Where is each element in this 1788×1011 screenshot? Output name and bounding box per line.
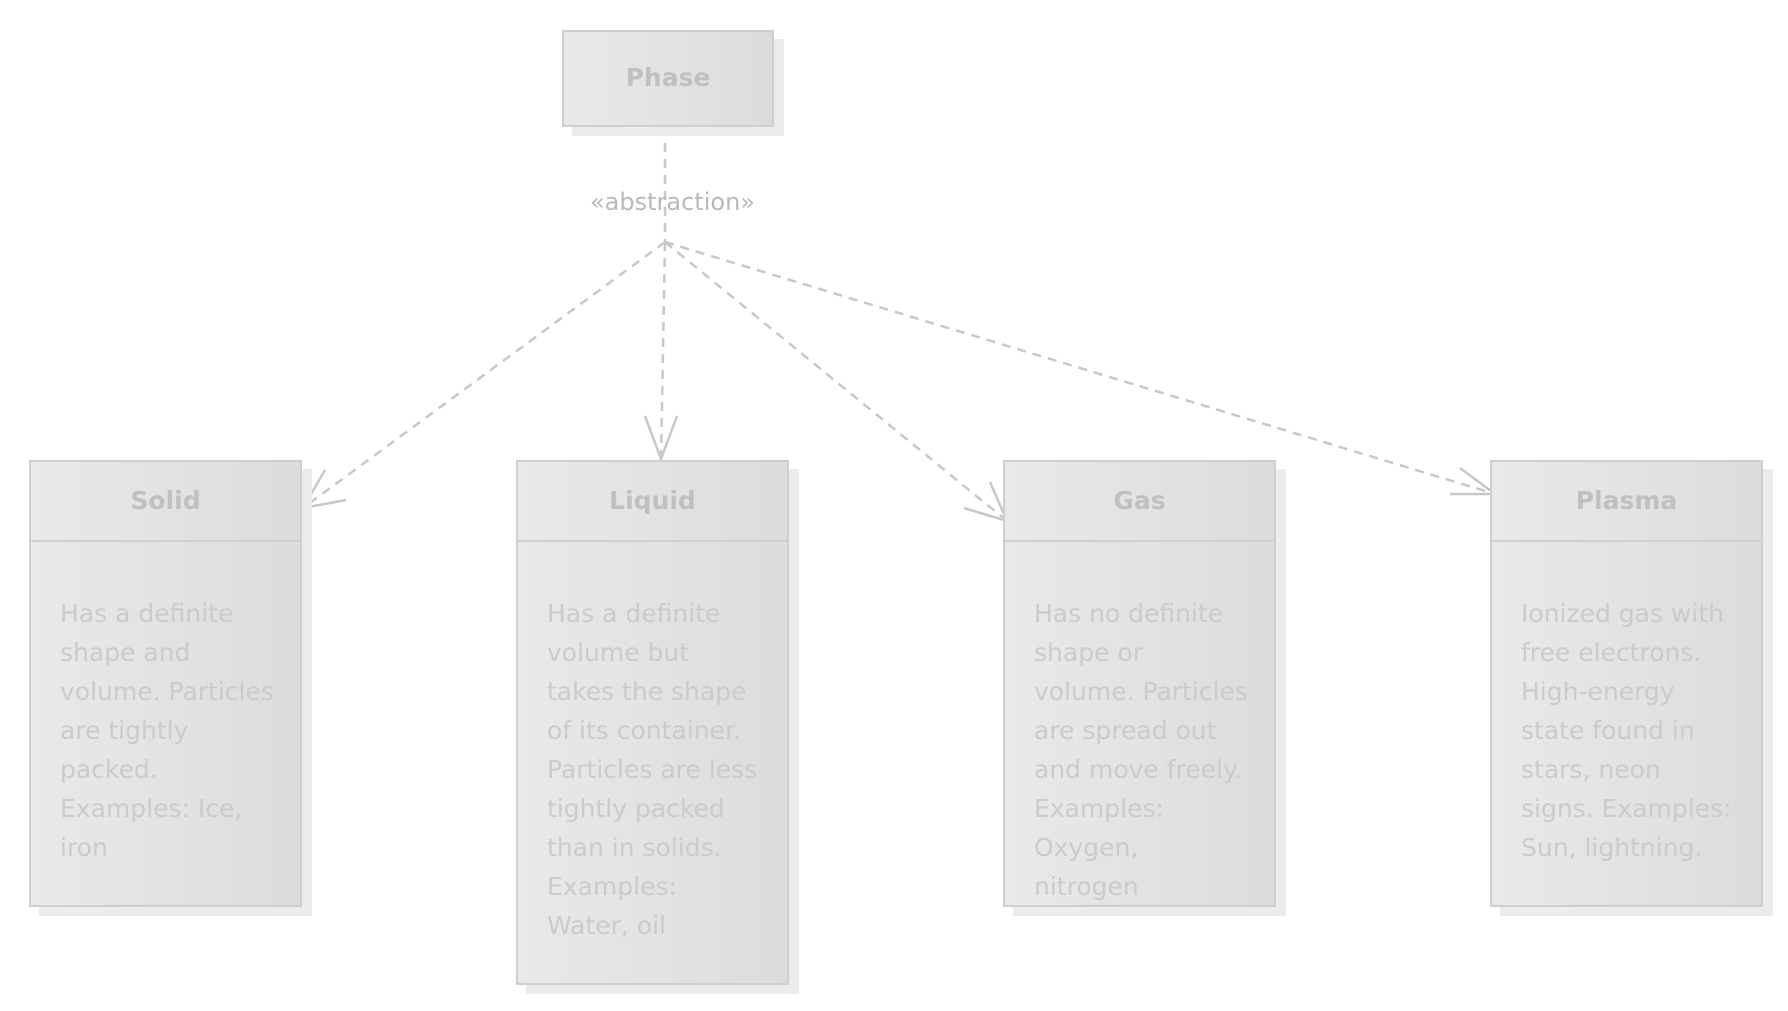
solid-class-description: Has a definite shape and volume. Particl… [60, 599, 274, 862]
liquid-class-description: Has a definite volume but takes the shap… [547, 599, 758, 940]
plasma-class-box[interactable]: Plasma Ionized gas with free electrons. … [1490, 460, 1763, 907]
phase-class-box[interactable]: Phase [562, 30, 774, 127]
abstraction-line-plasma [664, 240, 1496, 496]
liquid-class-box[interactable]: Liquid Has a definite volume but takes t… [516, 460, 789, 985]
gas-class-box[interactable]: Gas Has no definite shape or volume. Par… [1003, 460, 1276, 907]
solid-class-title: Solid [130, 486, 201, 515]
gas-class-description: Has no definite shape or volume. Particl… [1034, 599, 1248, 901]
abstraction-line-liquid [659, 241, 667, 460]
arrowhead-plasma [1450, 466, 1499, 496]
diagram-canvas: «abstraction» Phase Solid Has a definite… [0, 0, 1788, 1011]
gas-class-title: Gas [1113, 486, 1166, 515]
liquid-class-title: Liquid [609, 486, 696, 515]
plasma-class-description: Ionized gas with free electrons. High-en… [1521, 599, 1732, 862]
plasma-class-title: Plasma [1575, 486, 1678, 515]
abstraction-stereotype-label: «abstraction» [590, 188, 755, 216]
phase-class-title: Phase [625, 63, 711, 92]
solid-class-box[interactable]: Solid Has a definite shape and volume. P… [29, 460, 302, 907]
